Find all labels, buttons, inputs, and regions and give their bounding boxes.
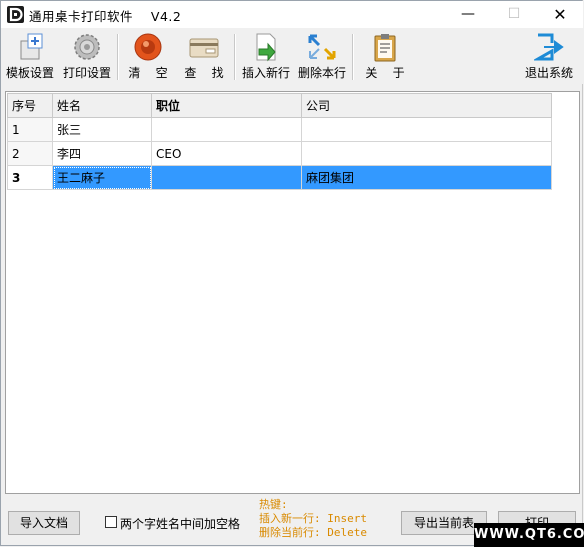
insert-row-icon (256, 33, 276, 62)
toolbar-label: 关 于 (365, 66, 405, 80)
site-watermark: WWW.QT6.COM (474, 523, 584, 547)
delete-row-icon (308, 34, 336, 60)
table-row[interactable]: 1 张三 (7, 117, 552, 142)
name-cell[interactable]: 张三 (52, 117, 152, 142)
column-header-title[interactable]: 职位 (151, 93, 302, 118)
import-document-button[interactable]: 导入文档 (8, 511, 80, 535)
hotkey-insert: 插入新一行: Insert (259, 512, 367, 525)
toolbar-label: 退出系统 (524, 66, 573, 80)
clear-icon (134, 33, 162, 61)
template-icon (20, 33, 43, 60)
table-row-selected[interactable]: 3 王二麻子 麻团集团 (7, 165, 552, 190)
close-button[interactable]: ✕ (537, 1, 583, 28)
grid-table: 序号 姓名 职位 公司 1 张三 2 李四 CEO 3 王二麻子 麻团集团 (7, 93, 552, 190)
toolbar-label: 删除本行 (297, 66, 346, 80)
space-checkbox-label: 两个字姓名中间加空格 (120, 517, 241, 531)
delete-row-button[interactable]: 删除本行 (295, 28, 349, 84)
company-cell[interactable]: 麻团集团 (301, 165, 552, 190)
print-settings-button[interactable]: 打印设置 (59, 28, 115, 84)
toolbar-separator (352, 34, 354, 80)
column-header-name[interactable]: 姓名 (52, 93, 152, 118)
clipboard-icon (374, 34, 396, 62)
row-number-cell[interactable]: 2 (7, 141, 53, 166)
gear-icon (74, 34, 100, 60)
hotkey-hints: 热键: 插入新一行: Insert 删除当前行: Delete (259, 498, 367, 540)
space-checkbox[interactable] (105, 516, 117, 528)
template-settings-button[interactable]: 模板设置 (3, 28, 57, 84)
toolbar-label: 打印设置 (62, 66, 111, 80)
toolbar-label: 插入新行 (241, 66, 290, 80)
hotkey-title: 热键: (259, 498, 288, 511)
title-cell[interactable]: CEO (151, 141, 302, 166)
column-header-company[interactable]: 公司 (301, 93, 552, 118)
toolbar-label: 清 空 (128, 66, 168, 80)
name-cell[interactable]: 李四 (52, 141, 152, 166)
clear-button[interactable]: 清 空 (121, 28, 175, 84)
company-cell[interactable] (301, 117, 552, 142)
app-logo-icon (7, 6, 24, 23)
maximize-button[interactable]: ☐ (491, 1, 537, 28)
search-card-icon (189, 38, 219, 58)
toolbar-separator (117, 34, 119, 80)
table-row[interactable]: 2 李四 CEO (7, 141, 552, 166)
row-number-cell[interactable]: 1 (7, 117, 53, 142)
name-cell[interactable]: 王二麻子 (52, 165, 152, 190)
title-cell[interactable] (151, 165, 302, 190)
minimize-button[interactable]: — (445, 1, 491, 28)
about-button[interactable]: 关 于 (357, 28, 413, 84)
exit-button[interactable]: 退出系统 (521, 28, 577, 84)
toolbar-label: 模板设置 (5, 66, 54, 80)
app-window: 通用桌卡打印软件 V4.2 — ☐ ✕ 模板设置 打印设置 清 空 查 找 插入… (0, 0, 583, 546)
window-title: 通用桌卡打印软件 V4.2 (29, 9, 182, 24)
column-header-no[interactable]: 序号 (7, 93, 53, 118)
hotkey-delete: 删除当前行: Delete (259, 526, 367, 539)
exit-icon (534, 33, 564, 61)
toolbar-separator (234, 34, 236, 80)
insert-row-button[interactable]: 插入新行 (239, 28, 293, 84)
toolbar: 模板设置 打印设置 清 空 查 找 插入新行 删除本行 关 于 退出系统 (1, 28, 583, 84)
find-button[interactable]: 查 找 (177, 28, 231, 84)
data-grid[interactable]: 序号 姓名 职位 公司 1 张三 2 李四 CEO 3 王二麻子 麻团集团 (5, 91, 580, 494)
grid-header-row: 序号 姓名 职位 公司 (7, 93, 552, 118)
title-bar: 通用桌卡打印软件 V4.2 — ☐ ✕ (1, 1, 583, 28)
title-cell[interactable] (151, 117, 302, 142)
company-cell[interactable] (301, 141, 552, 166)
row-number-cell[interactable]: 3 (7, 165, 53, 190)
toolbar-label: 查 找 (184, 66, 224, 80)
